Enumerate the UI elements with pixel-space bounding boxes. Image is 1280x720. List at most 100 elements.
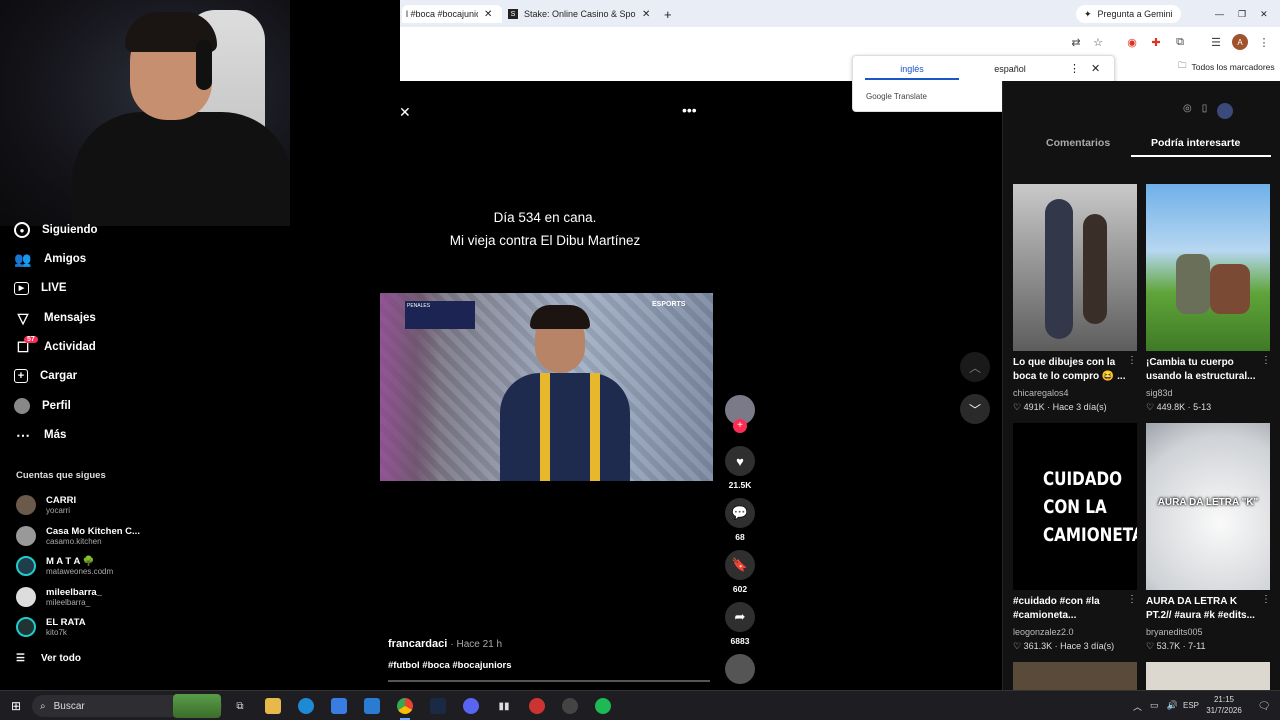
following-account[interactable]: mileelbarra_ mileelbarra_: [16, 584, 102, 610]
video-player[interactable]: PENALES ESPORTS: [380, 293, 713, 481]
previous-video-button[interactable]: ︿: [960, 352, 990, 382]
menu-lines-icon[interactable]: ☰: [1208, 34, 1224, 50]
lang-source-tab[interactable]: inglés: [865, 64, 959, 80]
sidebar-item-profile[interactable]: Perfil: [14, 394, 71, 418]
user-icon[interactable]: [1217, 103, 1234, 119]
gemini-button[interactable]: ✦ Pregunta a Gemini: [1076, 5, 1181, 23]
store-icon[interactable]: [331, 698, 347, 714]
close-window-icon[interactable]: ✕: [1260, 9, 1268, 20]
close-icon[interactable]: ✕: [642, 9, 650, 20]
author-name[interactable]: francardaci: [388, 638, 447, 650]
spotify-icon[interactable]: [595, 698, 611, 714]
sidebar-item-messages[interactable]: ▽ Mensajes: [14, 306, 96, 330]
star-icon[interactable]: ☆: [1090, 34, 1106, 50]
network-icon[interactable]: ▭: [1150, 700, 1159, 713]
tab-stake[interactable]: S Stake: Online Casino & Sports B ✕: [508, 5, 658, 23]
save-button[interactable]: 🔖 602: [724, 550, 756, 594]
puzzle-icon[interactable]: ⧉: [1172, 34, 1188, 50]
windows-start-icon[interactable]: ⊞: [8, 698, 24, 714]
comment-icon: 💬: [725, 498, 755, 528]
following-account[interactable]: M A T A 🌳 mataweones.codm: [16, 553, 113, 579]
task-view-icon[interactable]: ⧉: [232, 698, 248, 714]
tab-tiktok[interactable]: l #boca #bocajunion ✕: [402, 5, 502, 23]
like-button[interactable]: ♥ 21.5K: [724, 446, 756, 490]
obs-icon[interactable]: [562, 698, 578, 714]
tab-recommended[interactable]: Podría interesarte: [1151, 137, 1240, 149]
kebab-menu-icon[interactable]: ⋮: [1261, 594, 1271, 605]
following-account[interactable]: Casa Mo Kitchen C... casamo.kitchen: [16, 523, 140, 549]
close-icon[interactable]: ✕: [484, 9, 492, 20]
kebab-menu-icon[interactable]: ⋮: [1127, 594, 1137, 605]
card-title[interactable]: #cuidado #con #la #camioneta...: [1013, 595, 1131, 623]
thumbnail-figure: [1083, 214, 1107, 324]
discord-icon[interactable]: [463, 698, 479, 714]
jersey-stripe: [540, 373, 550, 481]
profile-avatar[interactable]: A: [1232, 34, 1248, 50]
card-title[interactable]: Lo que dibujes con la boca te lo compro …: [1013, 356, 1131, 384]
close-video-icon[interactable]: ✕: [399, 104, 411, 121]
sidebar-item-live[interactable]: ▶ LIVE: [14, 276, 67, 300]
game-app-icon[interactable]: [529, 698, 545, 714]
progress-bar[interactable]: [388, 680, 710, 682]
tab-comments[interactable]: Comentarios: [1046, 137, 1110, 149]
video-thumbnail[interactable]: [1013, 662, 1137, 690]
kebab-menu-icon[interactable]: ⋮: [1069, 62, 1080, 75]
video-thumbnail[interactable]: [1013, 184, 1137, 351]
input-language[interactable]: ESP: [1183, 701, 1199, 710]
sidebar-item-friends[interactable]: 👥 Amigos: [14, 247, 86, 271]
volume-icon[interactable]: 🔊: [1167, 700, 1178, 713]
bookmarks-folder[interactable]: 🗀 Todos los marcadores: [1178, 60, 1275, 74]
account-handle: casamo.kitchen: [46, 536, 102, 546]
follow-plus-icon[interactable]: +: [733, 419, 747, 433]
next-video-button[interactable]: ﹀: [960, 394, 990, 424]
taskbar: ⊞ ⌕ Buscar ⧉ ▮▮ ︿ ▭ 🔊 ESP 21:15 31/7/202…: [0, 690, 1280, 720]
video-thumbnail[interactable]: [1146, 184, 1270, 351]
video-thumbnail[interactable]: [1146, 662, 1270, 690]
sidebar-item-upload[interactable]: + Cargar: [14, 364, 77, 388]
following-account[interactable]: CARRI yocarri: [16, 492, 76, 518]
audio-app-icon[interactable]: ▮▮: [496, 698, 512, 714]
sidebar-item-following[interactable]: ● Siguiendo: [14, 218, 98, 242]
card-user[interactable]: chicaregalos4: [1013, 388, 1069, 398]
lang-target-tab[interactable]: español: [963, 64, 1057, 78]
card-title[interactable]: ¡Cambia tu cuerpo usando la estructural.…: [1146, 356, 1264, 384]
extension-icon[interactable]: ◉: [1124, 34, 1140, 50]
minimize-icon[interactable]: —: [1215, 9, 1224, 19]
video-thumbnail[interactable]: AURA DA LETRA "K": [1146, 423, 1270, 590]
more-options-icon[interactable]: •••: [682, 102, 697, 118]
hashtags[interactable]: #futbol #boca #bocajuniors: [388, 660, 512, 671]
sidebar-item-more[interactable]: ⋯ Más: [14, 423, 66, 447]
clock-time: 21:15: [1213, 695, 1235, 704]
chrome-icon[interactable]: [397, 698, 413, 714]
card-user[interactable]: bryanedits005: [1146, 627, 1203, 637]
mail-icon[interactable]: [364, 698, 380, 714]
kebab-menu-icon[interactable]: ⋮: [1261, 355, 1271, 366]
file-explorer-icon[interactable]: [265, 698, 281, 714]
steam-icon[interactable]: [430, 698, 446, 714]
card-title[interactable]: AURA DA LETRA K PT.2// #aura #k #edits..…: [1146, 595, 1264, 623]
music-disc-button[interactable]: [724, 654, 756, 684]
maximize-icon[interactable]: ❐: [1238, 9, 1246, 20]
following-account[interactable]: EL RATA kito7k: [16, 614, 86, 640]
clock[interactable]: 21:15 31/7/2026: [1202, 694, 1246, 716]
new-tab-button[interactable]: +: [664, 5, 672, 23]
translate-icon[interactable]: ⇄: [1068, 34, 1084, 50]
extension-icon[interactable]: ✚: [1148, 34, 1164, 50]
edge-icon[interactable]: [298, 698, 314, 714]
card-user[interactable]: sig83d: [1146, 388, 1173, 398]
comment-button[interactable]: 💬 68: [724, 498, 756, 542]
kebab-menu-icon[interactable]: ⋮: [1256, 34, 1272, 50]
chevron-up-icon[interactable]: ︿: [1133, 700, 1142, 713]
close-icon[interactable]: ✕: [1091, 62, 1100, 75]
video-thumbnail[interactable]: CUIDADO CON LA CAMIONETA: [1013, 423, 1137, 590]
see-all-link[interactable]: ☰ Ver todo: [16, 646, 81, 670]
phone-icon[interactable]: ▯: [1202, 103, 1208, 119]
author-avatar-button[interactable]: +: [724, 395, 756, 433]
kebab-menu-icon[interactable]: ⋮: [1127, 355, 1137, 366]
notification-icon[interactable]: 🗨: [1256, 698, 1272, 714]
widget-icon[interactable]: [173, 694, 221, 718]
settings-icon[interactable]: ◎: [1183, 103, 1192, 119]
share-button[interactable]: ➦ 6883: [724, 602, 756, 646]
sidebar-item-activity[interactable]: ☐ 57 Actividad: [14, 335, 96, 359]
card-user[interactable]: leogonzalez2.0: [1013, 627, 1074, 637]
